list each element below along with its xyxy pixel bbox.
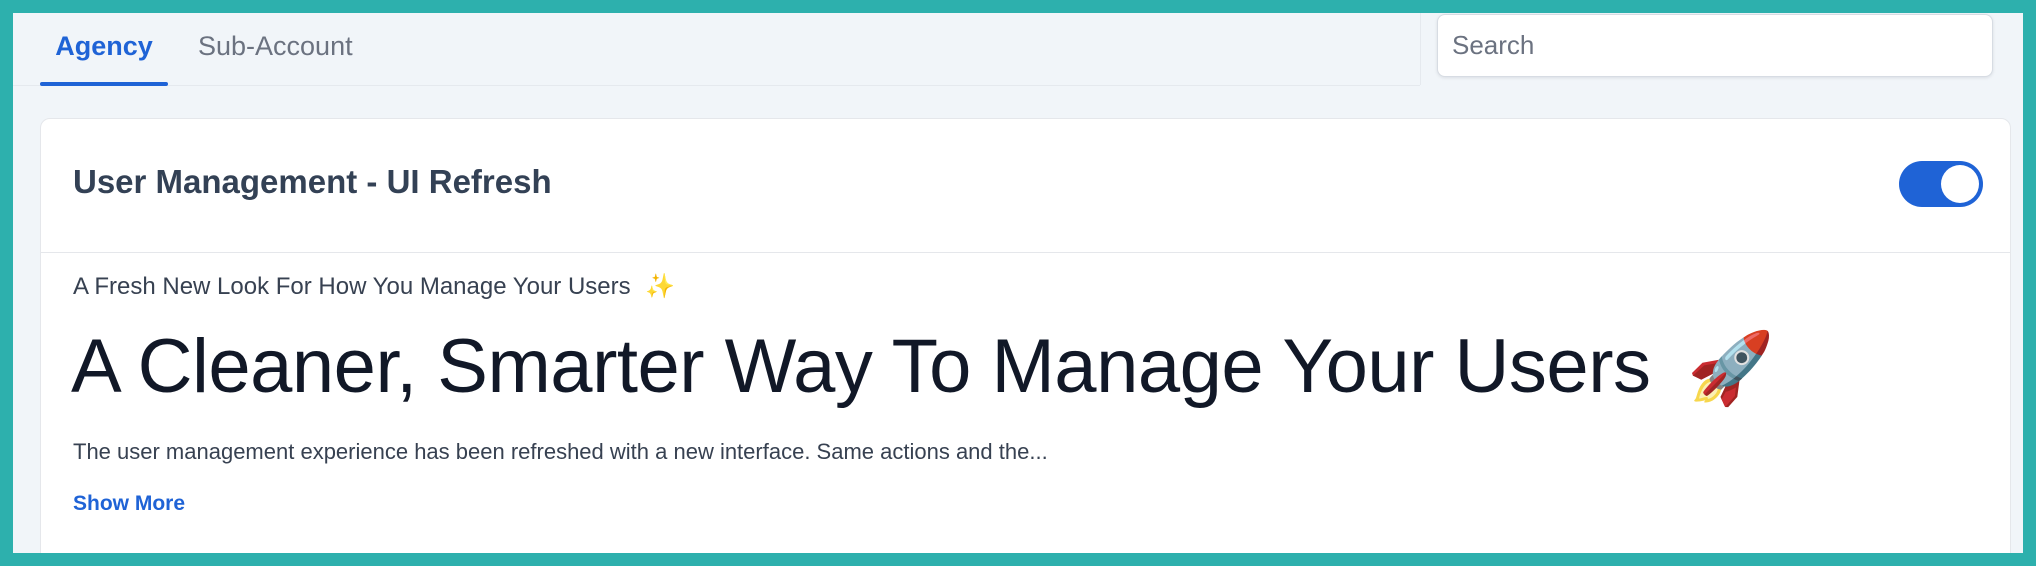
screenshot-frame: Agency Sub-Account User Management - UI … — [0, 0, 2036, 566]
app-viewport: Agency Sub-Account User Management - UI … — [13, 13, 2023, 553]
search-input[interactable] — [1437, 14, 1993, 77]
feature-toggle[interactable] — [1899, 161, 1983, 207]
feature-headline-text: A Cleaner, Smarter Way To Manage Your Us… — [71, 324, 1651, 409]
feature-subtitle: A Fresh New Look For How You Manage Your… — [73, 272, 675, 301]
tab-sub-account[interactable]: Sub-Account — [198, 13, 353, 85]
rocket-icon: 🚀 — [1687, 329, 1774, 407]
feature-card-header: User Management - UI Refresh — [41, 119, 2010, 253]
feature-description: The user management experience has been … — [73, 439, 1048, 464]
feature-title: User Management - UI Refresh — [73, 163, 552, 200]
show-more-link[interactable]: Show More — [73, 492, 185, 516]
toggle-knob — [1941, 165, 1979, 203]
tab-bar: Agency Sub-Account — [13, 13, 1420, 86]
feature-card: User Management - UI Refresh A Fresh New… — [40, 118, 2011, 553]
header-divider — [1420, 13, 1421, 85]
feature-headline: A Cleaner, Smarter Way To Manage Your Us… — [71, 323, 1774, 410]
tab-agency[interactable]: Agency — [40, 13, 168, 86]
feature-subtitle-text: A Fresh New Look For How You Manage Your… — [73, 273, 631, 300]
sparkles-icon: ✨ — [645, 273, 676, 300]
